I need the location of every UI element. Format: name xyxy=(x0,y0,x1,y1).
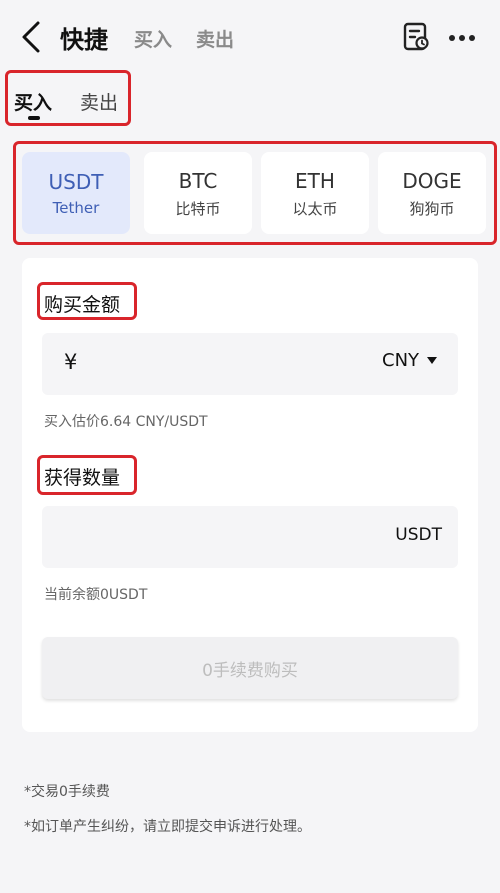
dispute-note: *如订单产生纠纷，请立即提交申诉进行处理。 xyxy=(24,819,311,835)
active-tab-indicator xyxy=(28,116,40,120)
amount-label: 购买金额 xyxy=(44,294,121,316)
coin-symbol: USDT xyxy=(48,170,104,194)
currency-unit: CNY xyxy=(382,350,420,371)
receive-input[interactable] xyxy=(62,516,392,558)
top-bar: 快捷 买入 卖出 xyxy=(0,0,500,72)
orders-icon[interactable] xyxy=(402,22,430,52)
coin-usdt[interactable]: USDT Tether xyxy=(22,152,130,234)
coin-name: 狗狗币 xyxy=(409,199,455,218)
coin-name: Tether xyxy=(52,199,100,217)
coin-symbol: DOGE xyxy=(402,168,462,193)
page-title: 快捷 xyxy=(60,26,108,54)
receive-field[interactable]: USDT xyxy=(42,506,458,568)
coin-doge[interactable]: DOGE 狗狗币 xyxy=(378,152,486,234)
amount-input[interactable] xyxy=(102,343,382,385)
coin-name: 以太币 xyxy=(292,199,338,218)
buy-submit-button[interactable]: 0手续费购买 xyxy=(42,637,458,699)
fee-note: *交易0手续费 xyxy=(24,784,110,800)
subtab-buy[interactable]: 买入 xyxy=(14,88,52,115)
back-icon[interactable] xyxy=(18,20,44,54)
coin-symbol: BTC xyxy=(178,168,218,193)
currency-select[interactable]: CNY xyxy=(382,350,438,371)
coin-selector: USDT Tether BTC 比特币 ETH 以太币 DOGE 狗狗币 xyxy=(22,152,498,234)
coin-eth[interactable]: ETH 以太币 xyxy=(261,152,369,234)
receive-unit: USDT xyxy=(395,525,442,545)
coin-btc[interactable]: BTC 比特币 xyxy=(144,152,252,234)
caret-down-icon xyxy=(427,356,438,364)
header-tab-buy[interactable]: 买入 xyxy=(134,25,172,52)
amount-field[interactable]: ¥ CNY xyxy=(42,333,458,395)
receive-label: 获得数量 xyxy=(44,467,121,489)
rate-hint: 买入估价6.64 CNY/USDT xyxy=(44,414,208,430)
header-tab-sell[interactable]: 卖出 xyxy=(196,25,234,52)
coin-name: 比特币 xyxy=(175,199,221,218)
more-icon[interactable] xyxy=(448,34,476,42)
coin-symbol: ETH xyxy=(295,168,335,193)
balance-hint: 当前余额0USDT xyxy=(44,587,148,603)
subtab-sell[interactable]: 卖出 xyxy=(80,88,118,115)
currency-symbol: ¥ xyxy=(64,350,78,374)
